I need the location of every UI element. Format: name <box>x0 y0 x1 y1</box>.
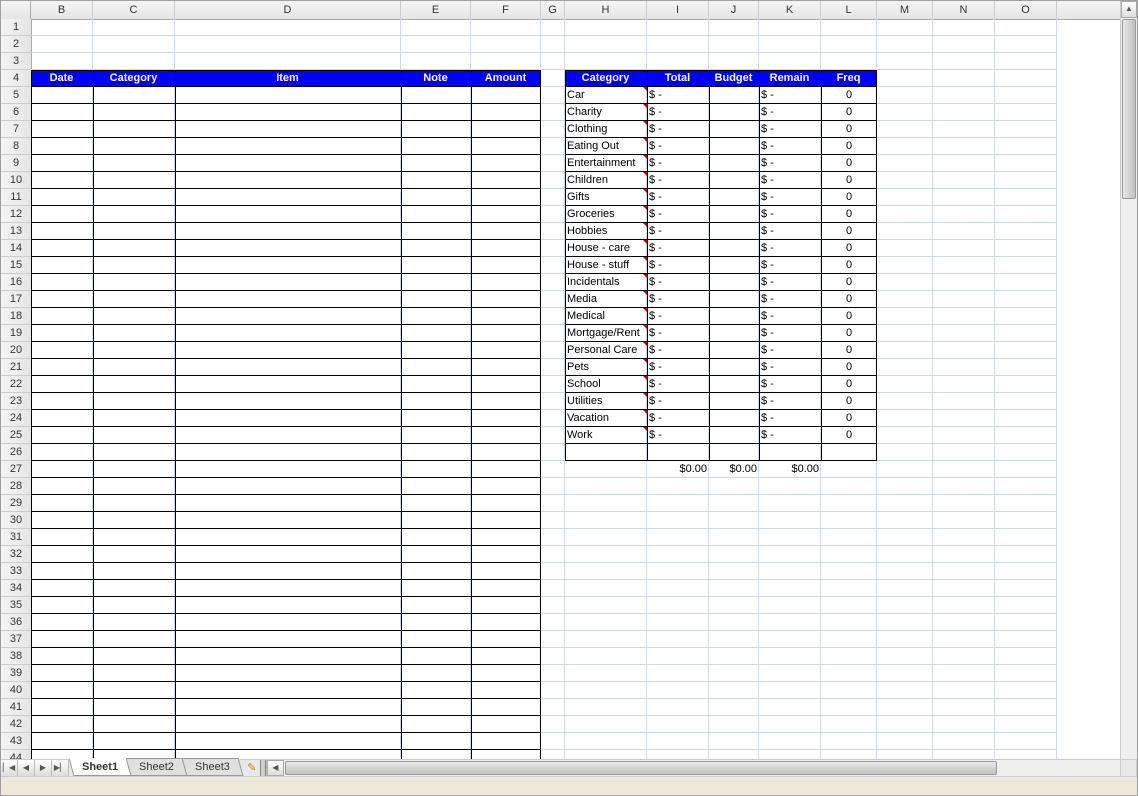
row-header-6[interactable]: 6 <box>1 104 31 121</box>
column-header-J[interactable]: J <box>709 1 759 19</box>
left-table-border <box>31 70 541 759</box>
vertical-scroll-thumb[interactable] <box>1122 19 1136 199</box>
row-header-43[interactable]: 43 <box>1 733 31 750</box>
row-header-8[interactable]: 8 <box>1 138 31 155</box>
column-header-K[interactable]: K <box>759 1 821 19</box>
row-header-15[interactable]: 15 <box>1 257 31 274</box>
column-header-O[interactable]: O <box>995 1 1057 19</box>
row-header-17[interactable]: 17 <box>1 291 31 308</box>
row-header-16[interactable]: 16 <box>1 274 31 291</box>
row-header-3[interactable]: 3 <box>1 53 31 70</box>
row-header-7[interactable]: 7 <box>1 121 31 138</box>
scroll-corner <box>1120 759 1137 777</box>
column-header-M[interactable]: M <box>877 1 933 19</box>
row-header-35[interactable]: 35 <box>1 597 31 614</box>
column-header-N[interactable]: N <box>933 1 995 19</box>
scroll-up-button[interactable]: ▲ <box>1121 1 1137 18</box>
column-header-D[interactable]: D <box>175 1 401 19</box>
column-header-L[interactable]: L <box>821 1 877 19</box>
row-header-30[interactable]: 30 <box>1 512 31 529</box>
insert-sheet-icon[interactable]: ✎ <box>244 760 260 776</box>
row-header-13[interactable]: 13 <box>1 223 31 240</box>
row-header-23[interactable]: 23 <box>1 393 31 410</box>
spreadsheet-app: BCDEFGHIJKLMNO 1234567891011121314151617… <box>0 0 1138 796</box>
row-header-1[interactable]: 1 <box>1 19 31 36</box>
column-header-C[interactable]: C <box>93 1 175 19</box>
row-header-40[interactable]: 40 <box>1 682 31 699</box>
select-all-corner[interactable] <box>1 1 31 19</box>
row-header-37[interactable]: 37 <box>1 631 31 648</box>
vertical-scrollbar[interactable]: ▲ ▼ <box>1120 1 1137 777</box>
row-header-26[interactable]: 26 <box>1 444 31 461</box>
column-header-E[interactable]: E <box>401 1 471 19</box>
column-header-G[interactable]: G <box>541 1 565 19</box>
row-header-33[interactable]: 33 <box>1 563 31 580</box>
cell-grid[interactable]: DateCategoryItemNoteAmountCategoryTotalB… <box>31 19 1120 759</box>
row-header-9[interactable]: 9 <box>1 155 31 172</box>
row-header-29[interactable]: 29 <box>1 495 31 512</box>
horizontal-scrollbar[interactable]: ◀ ▶ <box>266 760 1137 776</box>
row-header-39[interactable]: 39 <box>1 665 31 682</box>
right-table-border <box>565 70 877 461</box>
row-header-42[interactable]: 42 <box>1 716 31 733</box>
sheet-tabs: Sheet1Sheet2Sheet3 <box>69 760 240 776</box>
row-header-12[interactable]: 12 <box>1 206 31 223</box>
row-header-27[interactable]: 27 <box>1 461 31 478</box>
row-header-20[interactable]: 20 <box>1 342 31 359</box>
sheet-tab-sheet1[interactable]: Sheet1 <box>69 758 132 776</box>
tab-first-button[interactable]: ▏◀ <box>1 760 18 776</box>
row-header-38[interactable]: 38 <box>1 648 31 665</box>
sheet-tab-sheet3[interactable]: Sheet3 <box>182 758 244 776</box>
cell-J27[interactable]: $0.00 <box>709 461 759 478</box>
row-header-44[interactable]: 44 <box>1 750 31 759</box>
row-header-28[interactable]: 28 <box>1 478 31 495</box>
tab-last-button[interactable]: ▶▏ <box>52 760 69 776</box>
row-header-21[interactable]: 21 <box>1 359 31 376</box>
row-header-36[interactable]: 36 <box>1 614 31 631</box>
row-header-22[interactable]: 22 <box>1 376 31 393</box>
horizontal-scroll-thumb[interactable] <box>285 761 997 775</box>
tab-prev-button[interactable]: ◀ <box>18 760 35 776</box>
tab-nav-buttons: ▏◀ ◀ ▶ ▶▏ <box>1 760 69 776</box>
row-header-24[interactable]: 24 <box>1 410 31 427</box>
cell-K27[interactable]: $0.00 <box>759 461 821 478</box>
bottom-bar: ▏◀ ◀ ▶ ▶▏ Sheet1Sheet2Sheet3 ✎ ◀ ▶ <box>1 759 1137 795</box>
row-header-11[interactable]: 11 <box>1 189 31 206</box>
row-header-4[interactable]: 4 <box>1 70 31 87</box>
cell-I27[interactable]: $0.00 <box>647 461 709 478</box>
row-header-14[interactable]: 14 <box>1 240 31 257</box>
column-header-F[interactable]: F <box>471 1 541 19</box>
row-header-19[interactable]: 19 <box>1 325 31 342</box>
row-header-5[interactable]: 5 <box>1 87 31 104</box>
row-header-31[interactable]: 31 <box>1 529 31 546</box>
sheet-tab-sheet2[interactable]: Sheet2 <box>126 758 188 776</box>
tab-next-button[interactable]: ▶ <box>35 760 52 776</box>
row-header-32[interactable]: 32 <box>1 546 31 563</box>
row-header-18[interactable]: 18 <box>1 308 31 325</box>
row-header-2[interactable]: 2 <box>1 36 31 53</box>
column-header-I[interactable]: I <box>647 1 709 19</box>
row-header-41[interactable]: 41 <box>1 699 31 716</box>
column-header-H[interactable]: H <box>565 1 647 19</box>
row-header-34[interactable]: 34 <box>1 580 31 597</box>
scroll-left-button[interactable]: ◀ <box>267 760 284 776</box>
row-header-10[interactable]: 10 <box>1 172 31 189</box>
column-header-B[interactable]: B <box>31 1 93 19</box>
row-header-column: 1234567891011121314151617181920212223242… <box>1 19 32 759</box>
row-header-25[interactable]: 25 <box>1 427 31 444</box>
column-header-row: BCDEFGHIJKLMNO <box>1 1 1120 20</box>
status-bar <box>1 776 1137 795</box>
